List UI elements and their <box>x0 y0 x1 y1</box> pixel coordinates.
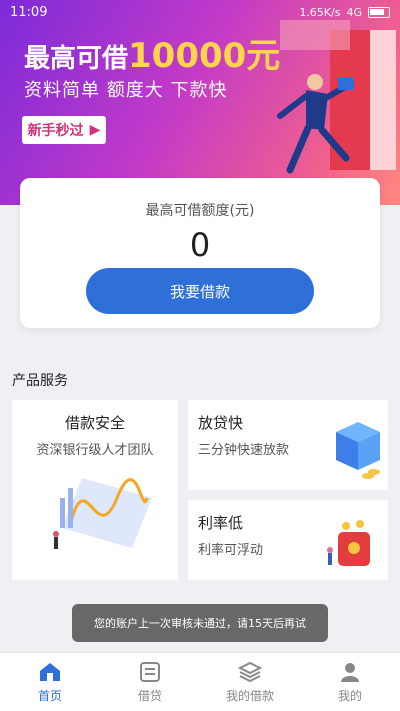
network-speed: 1.65K/s <box>299 5 341 19</box>
businessman-illustration <box>277 20 396 174</box>
product-card-low[interactable]: 利率低 利率可浮动 <box>188 500 388 580</box>
battery-icon <box>368 6 390 18</box>
status-time: 11:09 <box>10 4 48 20</box>
profile-icon <box>341 662 359 682</box>
section-title-products: 产品服务 <box>12 373 68 389</box>
max-amount-label: 最高可借额度(元) <box>145 203 255 219</box>
toast-message: 您的账户上一次审核未通过，请15天后再试 <box>72 604 328 642</box>
chart-illustration <box>53 478 152 549</box>
network-type: 4G <box>346 5 362 19</box>
product-title: 借款安全 <box>64 414 125 432</box>
hero-subtitle: 资料简单 额度大 下款快 <box>24 80 228 101</box>
server-coin-icon <box>336 422 380 479</box>
status-bar: 11:09 1.65K/s 4G <box>0 0 400 24</box>
tab-label: 我的 <box>337 688 362 703</box>
status-indicators: 1.65K/s 4G <box>299 6 390 19</box>
red-envelope-icon <box>327 520 370 566</box>
amount-card: 最高可借额度(元) 0 我要借款 <box>20 178 380 328</box>
play-arrow-icon: ▶ <box>89 122 101 138</box>
borrow-button[interactable]: 我要借款 <box>86 268 314 314</box>
tab-label: 我的借款 <box>225 688 274 703</box>
tab-home[interactable]: 首页 <box>0 653 100 711</box>
bottom-tabbar: 首页 借贷 我的借款 我的 <box>0 652 400 711</box>
hero-title-prefix: 最高可借 <box>24 44 129 74</box>
product-subtitle: 资深银行级人才团队 <box>36 443 154 458</box>
hero-banner[interactable]: 最高可借10000元 资料简单 额度大 下款快 新手秒过 ▶ <box>0 0 400 205</box>
newbie-label: 新手秒过 <box>27 123 84 139</box>
product-card-fast[interactable]: 放贷快 三分钟快速放款 <box>188 400 388 490</box>
tab-profile[interactable]: 我的 <box>300 653 400 711</box>
tab-my-loans[interactable]: 我的借款 <box>200 653 300 711</box>
tab-loan[interactable]: 借贷 <box>100 653 200 711</box>
tab-label: 首页 <box>37 688 62 703</box>
product-card-safe[interactable]: 借款安全 资深银行级人才团队 <box>12 400 178 580</box>
max-amount-value: 0 <box>189 226 211 264</box>
loan-icon <box>140 661 160 682</box>
home-icon <box>40 662 60 681</box>
layers-icon <box>238 661 262 682</box>
tab-label: 借贷 <box>137 688 162 703</box>
newbie-button[interactable]: 新手秒过 ▶ <box>22 116 106 144</box>
